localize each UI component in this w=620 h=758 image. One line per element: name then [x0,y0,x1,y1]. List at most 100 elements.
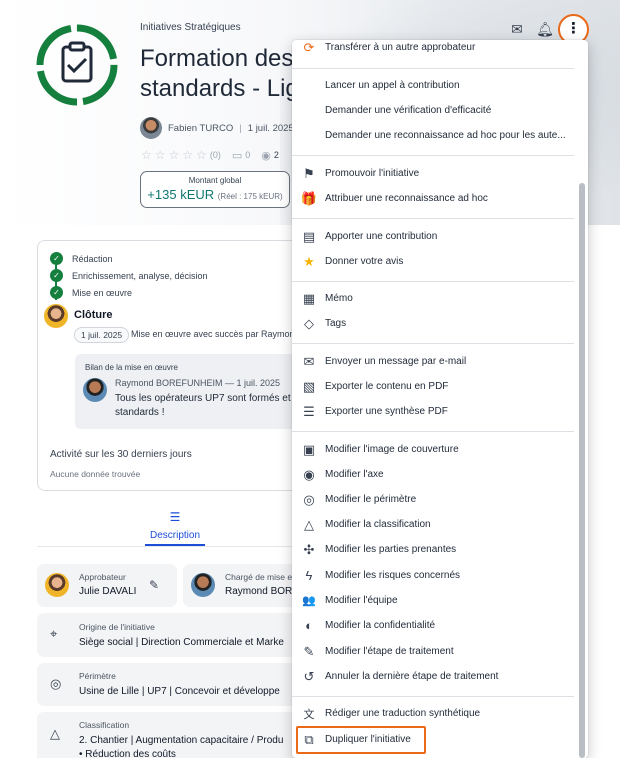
step-label: Rédaction [72,253,113,264]
amount-box: Montant global +135 kEUR (Réel : 175 kEU… [140,171,290,208]
cloture-avatar[interactable] [44,304,68,328]
timeline-card: ✓ Rédaction ✓ Enrichissement, analyse, d… [37,240,308,491]
bilan-avatar[interactable] [83,378,107,402]
menu-item-edit-risks[interactable]: ϟ Modifier les risques concernés [292,563,574,588]
menu-item-label: Transférer à un autre approbateur [325,42,476,53]
bell-icon[interactable]: 🔔︎ [535,19,555,39]
pencil-icon: ✎ [303,643,315,659]
duplicate-highlight-box [296,726,426,754]
menu-item-label: Modifier les risques concernés [325,570,461,581]
menu-item-edit-cover[interactable]: ▣ Modifier l'image de couverture [292,437,574,462]
step-label: Mise en œuvre [72,287,133,298]
perimeter-label: Périmètre [79,671,116,681]
tab-description[interactable]: ☰ Description [145,510,205,541]
approver-avatar[interactable] [45,573,69,597]
bilan-text: Tous les opérateurs UP7 sont formés et s… [115,393,291,418]
page-title: Formation des op standards - Lign [140,44,310,104]
star-icon[interactable]: ☆ [182,148,193,162]
date-pill: 1 juil. 2025 [74,327,130,343]
menu-item-label: Modifier la confidentialité [325,620,436,631]
check-icon: ✓ [50,252,63,265]
menu-item-request-recognition[interactable]: Demander une reconnaissance ad hoc pour … [292,123,574,148]
amount-value: +135 kEUR (Réel : 175 kEUR) [141,187,289,202]
memo-icon: ▦ [302,290,316,306]
menu-item-request-verification[interactable]: Demander une vérification d'efficacité [292,98,574,123]
menu-divider [292,343,574,344]
menu-item-label: Apporter une contribution [325,231,438,242]
menu-scrollbar[interactable] [579,183,585,758]
menu-divider [292,155,574,156]
author-avatar[interactable] [140,117,162,139]
category-label: Initiatives Stratégiques [140,22,241,33]
author-row: Fabien TURCO | 1 juil. 2025 [140,117,294,139]
menu-item-label: Mémo [325,293,353,304]
author-name[interactable]: Fabien TURCO [168,123,233,134]
menu-item-edit-perimeter[interactable]: ◎ Modifier le périmètre [292,487,574,512]
star-icon[interactable]: ☆ [169,148,180,162]
shapes-icon: △ [50,726,60,741]
menu-item-promote[interactable]: ⚑ Promouvoir l'initiative [292,161,574,186]
image-icon: ▣ [302,441,316,457]
menu-item-label: Envoyer un message par e-mail [325,356,467,367]
title-line-1: Formation des op [140,45,310,72]
status-ring-icon [36,24,118,106]
menu-item-call-for-contribution[interactable]: Lancer un appel à contribution [292,73,574,98]
menu-item-transfer[interactable]: ⟳ Transférer à un autre approbateur [292,40,574,60]
menu-item-translate[interactable]: 文 Rédiger une traduction synthétique [292,701,574,726]
bilan-box: Bilan de la mise en œuvre Raymond BOREFU… [75,354,308,429]
amount-real: (Réel : 175 kEUR) [217,192,283,201]
timeline-step: ✓ Mise en œuvre [50,286,132,299]
shapes-icon: △ [304,516,314,532]
tag-icon: ◇ [304,315,314,331]
menu-divider [292,218,574,219]
stakeholders-icon: ✣ [303,541,315,557]
menu-item-award[interactable]: 🎁 Attribuer une reconnaissance ad hoc [292,186,574,211]
menu-item-label: Lancer un appel à contribution [325,80,460,91]
menu-item-edit-axis[interactable]: ◉ Modifier l'axe [292,462,574,487]
menu-item-edit-team[interactable]: 👥 Modifier l'équipe [292,588,574,613]
menu-item-tags[interactable]: ◇ Tags [292,311,574,336]
timeline-step: ✓ Enrichissement, analyse, décision [50,269,208,282]
menu-item-send-email[interactable]: ✉ Envoyer un message par e-mail [292,349,574,374]
menu-item-label: Modifier le périmètre [325,494,417,505]
current-step-title: Clôture [74,309,113,321]
origin-label: Origine de l'initiative [79,622,155,632]
menu-item-label: Attribuer une reconnaissance ad hoc [325,193,488,204]
step-description: Mise en œuvre avec succès par Raymon [131,329,295,339]
classification-value: 2. Chantier | Augmentation capacitaire /… [79,735,284,746]
menu-item-label: Promouvoir l'initiative [325,168,420,179]
edit-pencil-icon[interactable]: ✎ [149,578,159,592]
menu-item-undo-step[interactable]: ↺ Annuler la dernière étape de traitemen… [292,664,574,689]
menu-item-label: Modifier l'axe [325,469,384,480]
menu-divider [292,696,574,697]
star-icon[interactable]: ☆ [141,148,152,162]
menu-item-label: Donner votre avis [325,256,404,267]
perimeter-icon: ◎ [50,676,62,691]
menu-item-edit-stakeholders[interactable]: ✣ Modifier les parties prenantes [292,537,574,562]
actions-menu: ⟳ Transférer à un autre approbateur Lanc… [292,40,588,758]
menu-divider [292,431,574,432]
risk-icon: ϟ [305,568,313,583]
classification-label: Classification [79,720,130,730]
menu-divider [292,68,574,69]
confidentiality-icon: ◐ [305,618,313,633]
manager-avatar[interactable] [191,573,215,597]
timeline-step: ✓ Rédaction [50,252,113,265]
menu-item-memo[interactable]: ▦ Mémo [292,286,574,311]
menu-item-edit-confidentiality[interactable]: ◐ Modifier la confidentialité [292,613,574,638]
menu-item-contribute[interactable]: ▤ Apporter une contribution [292,224,574,249]
menu-item-give-opinion[interactable]: ★ Donner votre avis [292,249,574,274]
mail-icon[interactable]: ✉ [507,19,527,39]
menu-divider [292,281,574,282]
origin-card: ⌖ Origine de l'initiative Siège social |… [37,613,307,657]
menu-item-export-pdf[interactable]: ▧ Exporter le contenu en PDF [292,374,574,399]
menu-item-export-summary[interactable]: ☰ Exporter une synthèse PDF [292,399,574,424]
axis-icon: ◉ [303,466,315,482]
menu-item-edit-classification[interactable]: △ Modifier la classification [292,512,574,537]
publish-date: 1 juil. 2025 [247,122,294,134]
menu-item-edit-step[interactable]: ✎ Modifier l'étape de traitement [292,639,574,664]
star-icon[interactable]: ☆ [155,148,166,162]
star-icon[interactable]: ☆ [196,148,207,162]
manager-label: Chargé de mise e [225,572,293,582]
menu-item-label: Annuler la dernière étape de traitement [325,671,499,682]
